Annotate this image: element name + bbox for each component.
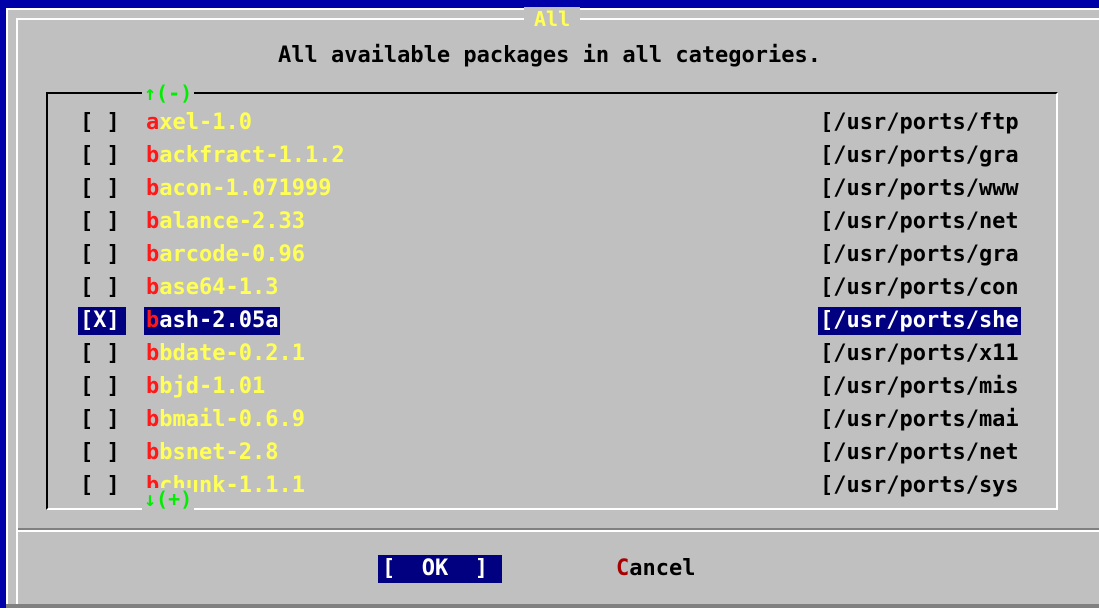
dialog-title: All (524, 7, 581, 31)
package-hotkey: b (146, 209, 160, 234)
package-checkbox[interactable]: [ ] (78, 373, 126, 401)
package-row[interactable]: [ ] balance-2.33 [/usr/ports/net (78, 207, 1048, 237)
package-name-rest: acon-1.071999 (159, 176, 332, 201)
package-hotkey: b (146, 242, 160, 267)
package-checkbox[interactable]: [ ] (78, 274, 126, 302)
package-name[interactable]: bbmail-0.6.9 (144, 406, 307, 434)
cancel-button[interactable]: Cancel (616, 555, 695, 583)
package-name-rest: ase64-1.3 (159, 275, 279, 300)
package-checkbox[interactable]: [X] (78, 307, 126, 335)
package-row[interactable]: [ ] bbmail-0.6.9 [/usr/ports/mai (78, 405, 1048, 435)
cancel-label-rest: ancel (629, 556, 696, 581)
package-path: [/usr/ports/net (820, 209, 1019, 234)
package-checkbox[interactable]: [ ] (78, 175, 126, 203)
scroll-down-indicator[interactable]: ↓(+) (142, 488, 195, 510)
package-checkbox[interactable]: [ ] (78, 406, 126, 434)
package-checkbox[interactable]: [ ] (78, 109, 126, 137)
package-checkbox[interactable]: [ ] (78, 142, 126, 170)
package-hotkey: b (146, 374, 160, 399)
package-name-rest: ash-2.05a (159, 308, 279, 333)
package-hotkey: a (146, 110, 160, 135)
package-checkbox[interactable]: [ ] (78, 241, 126, 269)
dialog-subtitle: All available packages in all categories… (277, 43, 822, 68)
package-row[interactable]: [ ] axel-1.0 [/usr/ports/ftp (78, 108, 1048, 138)
package-path: [/usr/ports/mis (820, 374, 1019, 399)
package-path: [/usr/ports/x11 (820, 341, 1019, 366)
package-path: [/usr/ports/gra (820, 143, 1019, 168)
package-hotkey: b (146, 275, 160, 300)
package-name-rest: ackfract-1.1.2 (159, 143, 345, 168)
package-row[interactable]: [ ] bacon-1.071999 [/usr/ports/www (78, 174, 1048, 204)
package-path: [/usr/ports/mai (820, 407, 1019, 432)
package-checkbox[interactable]: [ ] (78, 472, 126, 500)
package-name-rest: alance-2.33 (159, 209, 305, 234)
package-path: [/usr/ports/gra (820, 242, 1019, 267)
package-name[interactable]: backfract-1.1.2 (144, 142, 347, 170)
package-row[interactable]: [ ] bbdate-0.2.1 [/usr/ports/x11 (78, 339, 1048, 369)
package-name[interactable]: axel-1.0 (144, 109, 254, 137)
scroll-up-indicator[interactable]: ↑(-) (142, 82, 195, 104)
package-hotkey: b (146, 176, 160, 201)
package-row[interactable]: [ ] backfract-1.1.2 [/usr/ports/gra (78, 141, 1048, 171)
package-name[interactable]: bbjd-1.01 (144, 373, 267, 401)
cancel-hotkey: C (616, 556, 630, 581)
package-path: [/usr/ports/net (820, 440, 1019, 465)
package-list[interactable]: ↑(-) [ ] axel-1.0 [/usr/ports/ftp [ ] ba… (46, 82, 1058, 510)
package-row[interactable]: [ ] bchunk-1.1.1 [/usr/ports/sys (78, 471, 1048, 501)
package-checkbox[interactable]: [ ] (78, 208, 126, 236)
package-path: [/usr/ports/www (820, 176, 1019, 201)
package-hotkey: b (146, 440, 160, 465)
package-hotkey: b (146, 308, 160, 333)
package-name[interactable]: balance-2.33 (144, 208, 307, 236)
package-checkbox[interactable]: [ ] (78, 340, 126, 368)
package-row[interactable]: [ ] barcode-0.96 [/usr/ports/gra (78, 240, 1048, 270)
package-hotkey: b (146, 341, 160, 366)
package-dialog: All All available packages in all catego… (6, 7, 1099, 608)
package-name[interactable]: base64-1.3 (144, 274, 280, 302)
package-name[interactable]: bash-2.05a (144, 307, 281, 335)
dialog-bottom-edge (6, 604, 1099, 608)
package-name-rest: bjd-1.01 (159, 374, 266, 399)
package-name-rest: bsnet-2.8 (159, 440, 279, 465)
package-path: [/usr/ports/ftp (820, 110, 1019, 135)
package-path: [/usr/ports/con (820, 275, 1019, 300)
package-name[interactable]: bacon-1.071999 (144, 175, 333, 203)
package-hotkey: b (146, 407, 160, 432)
package-path: [/usr/ports/sys (820, 473, 1019, 498)
package-row[interactable]: [ ] bbjd-1.01 [/usr/ports/mis (78, 372, 1048, 402)
package-checkbox[interactable]: [ ] (78, 439, 126, 467)
package-name[interactable]: barcode-0.96 (144, 241, 307, 269)
package-name-rest: bmail-0.6.9 (159, 407, 305, 432)
package-path: [/usr/ports/she (818, 307, 1021, 335)
package-name-rest: xel-1.0 (159, 110, 252, 135)
package-row[interactable]: [ ] bbsnet-2.8 [/usr/ports/net (78, 438, 1048, 468)
package-hotkey: b (146, 143, 160, 168)
package-name-rest: arcode-0.96 (159, 242, 305, 267)
package-name[interactable]: bbsnet-2.8 (144, 439, 280, 467)
package-row[interactable]: [ ] base64-1.3 [/usr/ports/con (78, 273, 1048, 303)
package-name[interactable]: bbdate-0.2.1 (144, 340, 307, 368)
package-name-rest: bdate-0.2.1 (159, 341, 305, 366)
ok-button[interactable]: [ OK ] (378, 555, 502, 583)
button-separator (18, 528, 1099, 532)
package-row-selected[interactable]: [X] bash-2.05a [/usr/ports/she (78, 306, 1048, 336)
